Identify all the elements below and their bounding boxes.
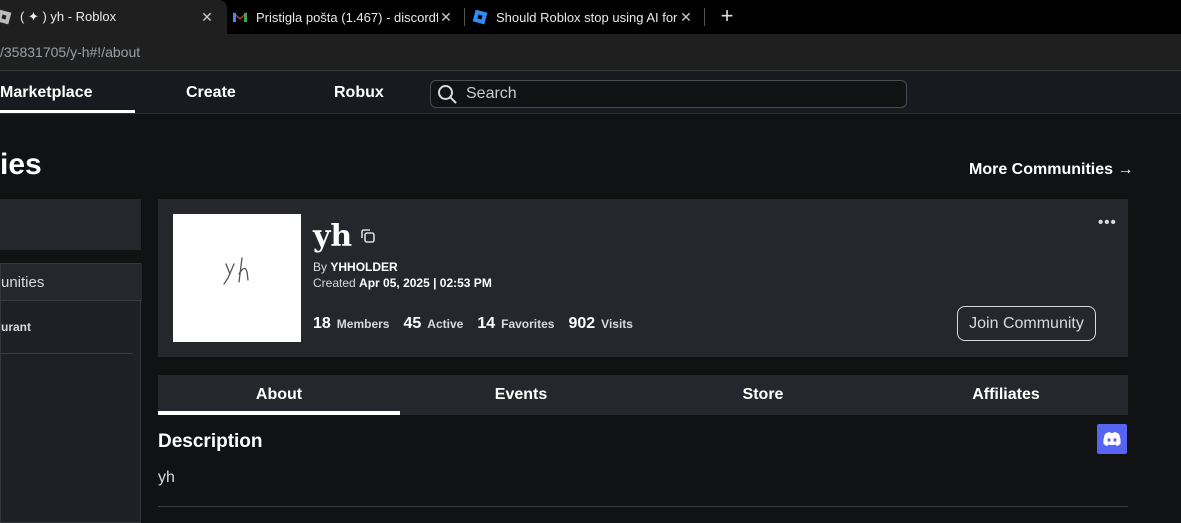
community-owner-link[interactable]: YHHOLDER xyxy=(330,260,397,274)
community-tabs: About Events Store Affiliates xyxy=(158,375,1128,415)
browser-tab-title: ( ✦ ) yh - Roblox xyxy=(20,9,117,24)
sidebar-panel: unities urant xyxy=(0,263,142,523)
roblox-blue-favicon-icon xyxy=(472,9,488,25)
browser-tab-title: Should Roblox stop using AI for m xyxy=(496,9,678,25)
roblox-favicon-icon xyxy=(0,9,12,25)
sidebar-section-label: unities xyxy=(1,274,45,291)
community-stats: 18 Members 45 Active 14 Favorites 902 Vi… xyxy=(313,315,647,333)
community-name: yh xyxy=(313,219,353,254)
close-tab-icon[interactable]: ✕ xyxy=(678,9,694,26)
tab-store[interactable]: Store xyxy=(642,375,884,415)
visits-count: 902 xyxy=(568,315,596,332)
nav-robux[interactable]: Robux xyxy=(334,84,384,102)
tab-divider xyxy=(704,8,705,26)
page-heading: ies xyxy=(0,148,42,181)
more-communities-link[interactable]: More Communities → xyxy=(969,161,1133,179)
search-box[interactable] xyxy=(430,80,907,108)
join-community-button[interactable]: Join Community xyxy=(957,306,1096,341)
tab-affiliates[interactable]: Affiliates xyxy=(885,375,1127,415)
nav-active-underline xyxy=(0,110,135,113)
members-label: Members xyxy=(336,317,390,331)
community-owner-line: By YHHOLDER xyxy=(313,260,398,274)
sidebar-community-item[interactable]: urant xyxy=(1,320,31,334)
description-text: yh xyxy=(158,469,175,486)
close-tab-icon[interactable]: ✕ xyxy=(199,9,215,26)
close-tab-icon[interactable]: ✕ xyxy=(438,9,454,26)
more-options-icon[interactable]: ••• xyxy=(1098,214,1117,231)
tab-about[interactable]: About xyxy=(158,375,400,415)
discord-icon xyxy=(1103,432,1121,446)
tab-events[interactable]: Events xyxy=(400,375,642,415)
sidebar-box[interactable] xyxy=(0,199,141,250)
community-thumbnail xyxy=(173,214,301,342)
nav-create[interactable]: Create xyxy=(186,84,236,102)
top-navigation: Marketplace Create Robux xyxy=(0,71,1181,114)
tab-divider xyxy=(464,8,465,26)
visits-label: Visits xyxy=(601,317,633,331)
active-label: Active xyxy=(427,317,464,331)
created-label: Created xyxy=(313,276,356,290)
nav-marketplace[interactable]: Marketplace xyxy=(0,84,93,102)
by-label: By xyxy=(313,260,328,274)
created-date: Apr 05, 2025 | 02:53 PM xyxy=(359,276,492,290)
browser-tab-title: Pristigla pošta (1.467) - discordfan xyxy=(256,9,438,25)
browser-tab-strip: ( ✦ ) yh - Roblox ✕ Pristigla pošta (1.4… xyxy=(0,0,1181,34)
sidebar-divider xyxy=(1,353,133,354)
browser-tab-gmail[interactable]: Pristigla pošta (1.467) - discordfan ✕ xyxy=(232,0,460,34)
favorites-count: 14 xyxy=(477,315,496,332)
sidebar-section-header[interactable]: unities xyxy=(1,264,142,301)
search-icon xyxy=(438,85,457,104)
description-heading: Description xyxy=(158,431,263,452)
url-text[interactable]: /35831705/y-h#!/about xyxy=(0,44,140,60)
new-tab-button[interactable]: + xyxy=(716,5,738,27)
community-header-card: yh ••• By YHHOLDER Created Apr 05, 2025 … xyxy=(158,199,1128,357)
search-input[interactable] xyxy=(464,83,898,105)
members-count: 18 xyxy=(313,315,331,332)
tab-active-underline xyxy=(158,411,400,415)
community-created-line: Created Apr 05, 2025 | 02:53 PM xyxy=(313,276,492,290)
copy-icon[interactable] xyxy=(360,228,376,244)
favorites-label: Favorites xyxy=(501,317,555,331)
discord-link-button[interactable] xyxy=(1097,424,1127,454)
thumbnail-handwriting xyxy=(223,257,249,285)
browser-tab-devforum[interactable]: Should Roblox stop using AI for m ✕ xyxy=(472,0,700,34)
gmail-icon xyxy=(233,12,247,22)
content-divider xyxy=(158,506,1128,507)
active-count: 45 xyxy=(403,315,422,332)
address-bar[interactable]: /35831705/y-h#!/about xyxy=(0,34,1181,71)
browser-tab-roblox[interactable]: ( ✦ ) yh - Roblox ✕ xyxy=(0,0,227,34)
